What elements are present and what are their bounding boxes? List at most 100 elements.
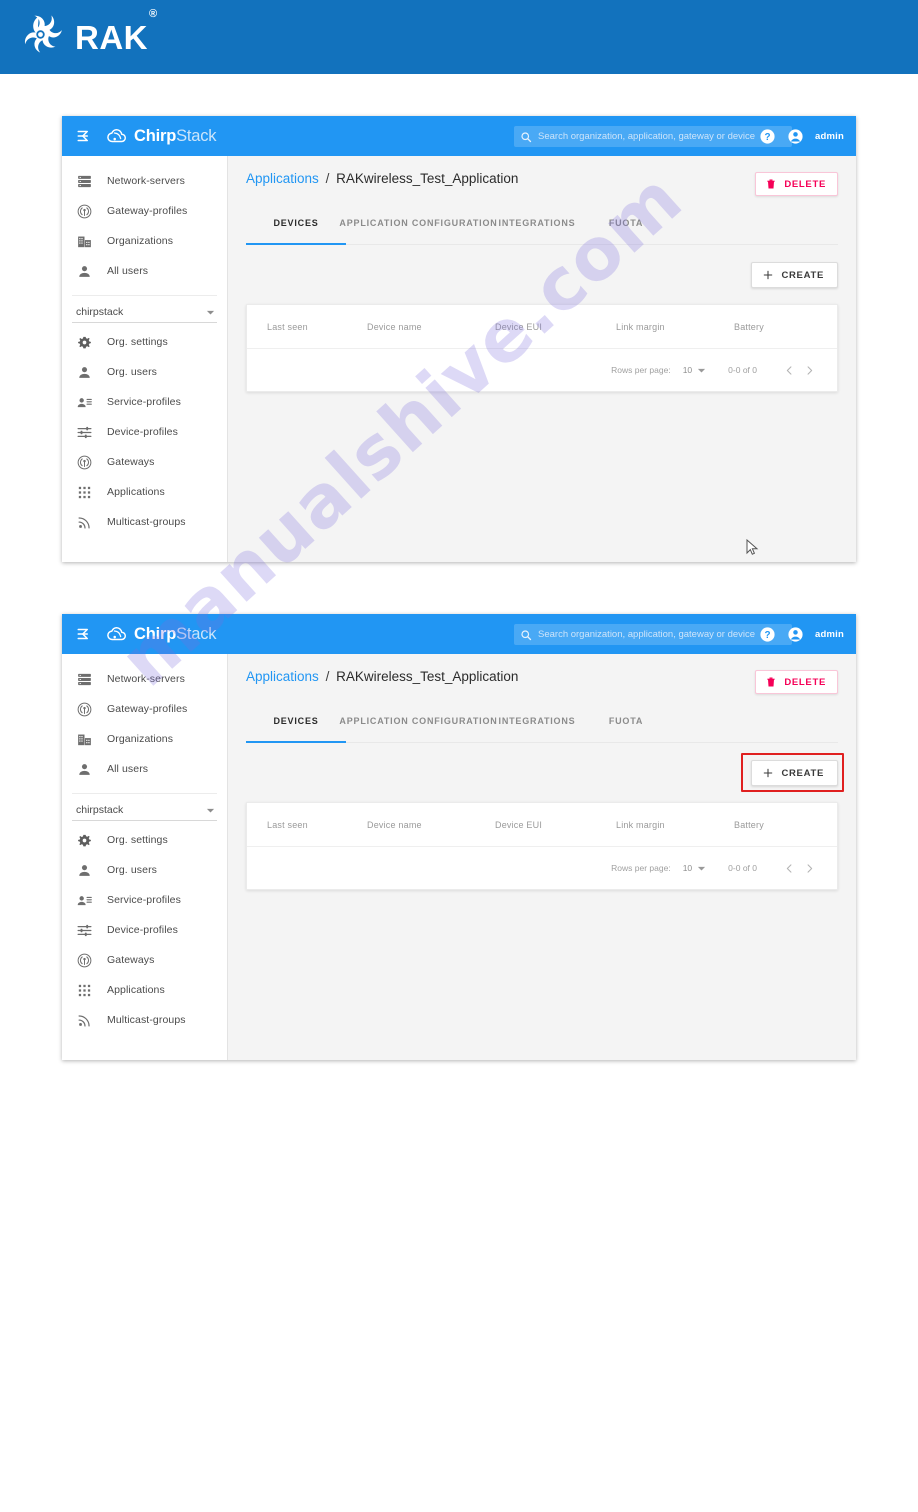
breadcrumb-current: RAKwireless_Test_Application [336, 669, 519, 684]
search-input[interactable] [538, 629, 783, 640]
sidebar-item-device-profiles[interactable]: Device-profiles [62, 417, 227, 447]
delete-button-label: DELETE [784, 676, 826, 688]
breadcrumb-applications-link[interactable]: Applications [246, 171, 319, 186]
tab-devices[interactable]: DEVICES [246, 218, 346, 245]
table-header-row: Last seen Device name Device EUI Link ma… [247, 305, 837, 349]
breadcrumb-separator: / [325, 669, 330, 684]
sidebar-item-gateway-profiles[interactable]: Gateway-profiles [62, 196, 227, 226]
page-header-row: Applications / RAKwireless_Test_Applicat… [246, 669, 838, 694]
sidebar-item-org-settings[interactable]: Org. settings [62, 825, 227, 855]
sidebar-item-all-users[interactable]: All users [62, 256, 227, 286]
storage-icon [78, 673, 91, 685]
help-circle-icon[interactable]: ? [759, 128, 776, 145]
sidebar-item-multicast-groups[interactable]: Multicast-groups [62, 1005, 227, 1035]
brand-primary-text: Chirp [134, 126, 177, 145]
organization-selector-wrap: chirpstack [72, 295, 217, 323]
organization-select-value: chirpstack [76, 306, 124, 318]
app-top-bar: ChirpStack ? admin [62, 614, 856, 654]
rows-per-page-select[interactable]: 10 [683, 863, 706, 873]
user-label[interactable]: admin [815, 629, 844, 640]
sidebar-item-applications[interactable]: Applications [62, 975, 227, 1005]
search-input[interactable] [538, 131, 783, 142]
trash-icon [767, 677, 776, 687]
tab-integrations[interactable]: INTEGRATIONS [491, 218, 583, 244]
chirpstack-brand[interactable]: ChirpStack [106, 125, 217, 147]
storage-icon [78, 175, 91, 187]
help-circle-icon[interactable]: ? [759, 626, 776, 643]
sidebar-item-org-settings[interactable]: Org. settings [62, 327, 227, 357]
sidebar-item-gateway-profiles[interactable]: Gateway-profiles [62, 694, 227, 724]
sidebar-item-service-profiles[interactable]: Service-profiles [62, 387, 227, 417]
table-pagination: Rows per page: 10 0-0 of 0 [247, 847, 837, 889]
sidebar-item-applications[interactable]: Applications [62, 477, 227, 507]
next-page-button[interactable] [799, 360, 819, 380]
column-header-last-seen: Last seen [267, 819, 308, 830]
tab-integrations[interactable]: INTEGRATIONS [491, 716, 583, 742]
tab-application-configuration[interactable]: APPLICATION CONFIGURATION [339, 716, 496, 742]
chirpstack-cloud-icon [107, 129, 126, 143]
sidebar-item-network-servers[interactable]: Network-servers [62, 166, 227, 196]
page-header-row: Applications / RAKwireless_Test_Applicat… [246, 171, 838, 196]
rows-per-page-label: Rows per page: [611, 365, 671, 375]
collapse-menu-arrow-icon[interactable] [76, 127, 94, 145]
sidebar-item-gateways[interactable]: Gateways [62, 945, 227, 975]
create-row: CREATE [246, 262, 838, 288]
sidebar-item-organizations[interactable]: Organizations [62, 724, 227, 754]
pagination-range: 0-0 of 0 [728, 365, 757, 375]
global-search-box[interactable] [514, 624, 792, 645]
sidebar-item-org-users[interactable]: Org. users [62, 357, 227, 387]
tab-fuota[interactable]: FUOTA [583, 218, 669, 244]
user-label[interactable]: admin [815, 131, 844, 142]
sidebar-item-org-users[interactable]: Org. users [62, 855, 227, 885]
delete-button[interactable]: DELETE [755, 670, 838, 694]
main-content: Applications / RAKwireless_Test_Applicat… [228, 156, 856, 562]
column-header-last-seen: Last seen [267, 321, 308, 332]
sidebar-item-device-profiles[interactable]: Device-profiles [62, 915, 227, 945]
account-circle-icon[interactable] [787, 128, 804, 145]
sidebar-item-all-users[interactable]: All users [62, 754, 227, 784]
sidebar-item-label: Multicast-groups [107, 1014, 186, 1026]
sidebar-item-label: Device-profiles [107, 924, 178, 936]
create-button[interactable]: CREATE [751, 760, 838, 786]
sidebar-item-label: Multicast-groups [107, 516, 186, 528]
tab-fuota[interactable]: FUOTA [583, 716, 669, 742]
sidebar-item-organizations[interactable]: Organizations [62, 226, 227, 256]
organization-select[interactable]: chirpstack [72, 804, 217, 821]
app-bar-right: ? admin [759, 614, 844, 654]
sidebar-item-service-profiles[interactable]: Service-profiles [62, 885, 227, 915]
sidebar-item-label: Gateways [107, 456, 155, 468]
chevron-left-icon [786, 365, 791, 375]
router-antenna-icon [77, 455, 92, 469]
apps-grid-icon [78, 984, 91, 996]
column-header-link-margin: Link margin [616, 819, 665, 830]
chirpstack-brand[interactable]: ChirpStack [106, 623, 217, 645]
next-page-button[interactable] [799, 858, 819, 878]
sidebar: Network-servers Gateway-profiles Organiz… [62, 654, 228, 1060]
sidebar-item-gateways[interactable]: Gateways [62, 447, 227, 477]
tab-label: INTEGRATIONS [498, 218, 576, 228]
organization-select[interactable]: chirpstack [72, 306, 217, 323]
sidebar-item-network-servers[interactable]: Network-servers [62, 664, 227, 694]
rak-logo: RAK ® [18, 8, 157, 60]
sidebar-item-multicast-groups[interactable]: Multicast-groups [62, 507, 227, 537]
create-button[interactable]: CREATE [751, 262, 838, 288]
tab-application-configuration[interactable]: APPLICATION CONFIGURATION [339, 218, 496, 244]
rss-broadcast-icon [78, 1014, 90, 1027]
brand-secondary-text: Stack [176, 624, 217, 643]
person-icon [79, 265, 90, 277]
column-header-device-eui: Device EUI [495, 321, 543, 332]
breadcrumb-applications-link[interactable]: Applications [246, 669, 319, 684]
account-circle-icon[interactable] [787, 626, 804, 643]
tab-label: INTEGRATIONS [498, 716, 576, 726]
delete-button[interactable]: DELETE [755, 172, 838, 196]
tab-devices[interactable]: DEVICES [246, 716, 346, 743]
organization-selector-wrap: chirpstack [72, 793, 217, 821]
tab-label: DEVICES [273, 218, 319, 228]
previous-page-button[interactable] [779, 858, 799, 878]
mouse-cursor-icon [746, 539, 759, 555]
collapse-menu-arrow-icon[interactable] [76, 625, 94, 643]
global-search-box[interactable] [514, 126, 792, 147]
previous-page-button[interactable] [779, 360, 799, 380]
router-antenna-icon [77, 702, 92, 716]
rows-per-page-select[interactable]: 10 [683, 365, 706, 375]
